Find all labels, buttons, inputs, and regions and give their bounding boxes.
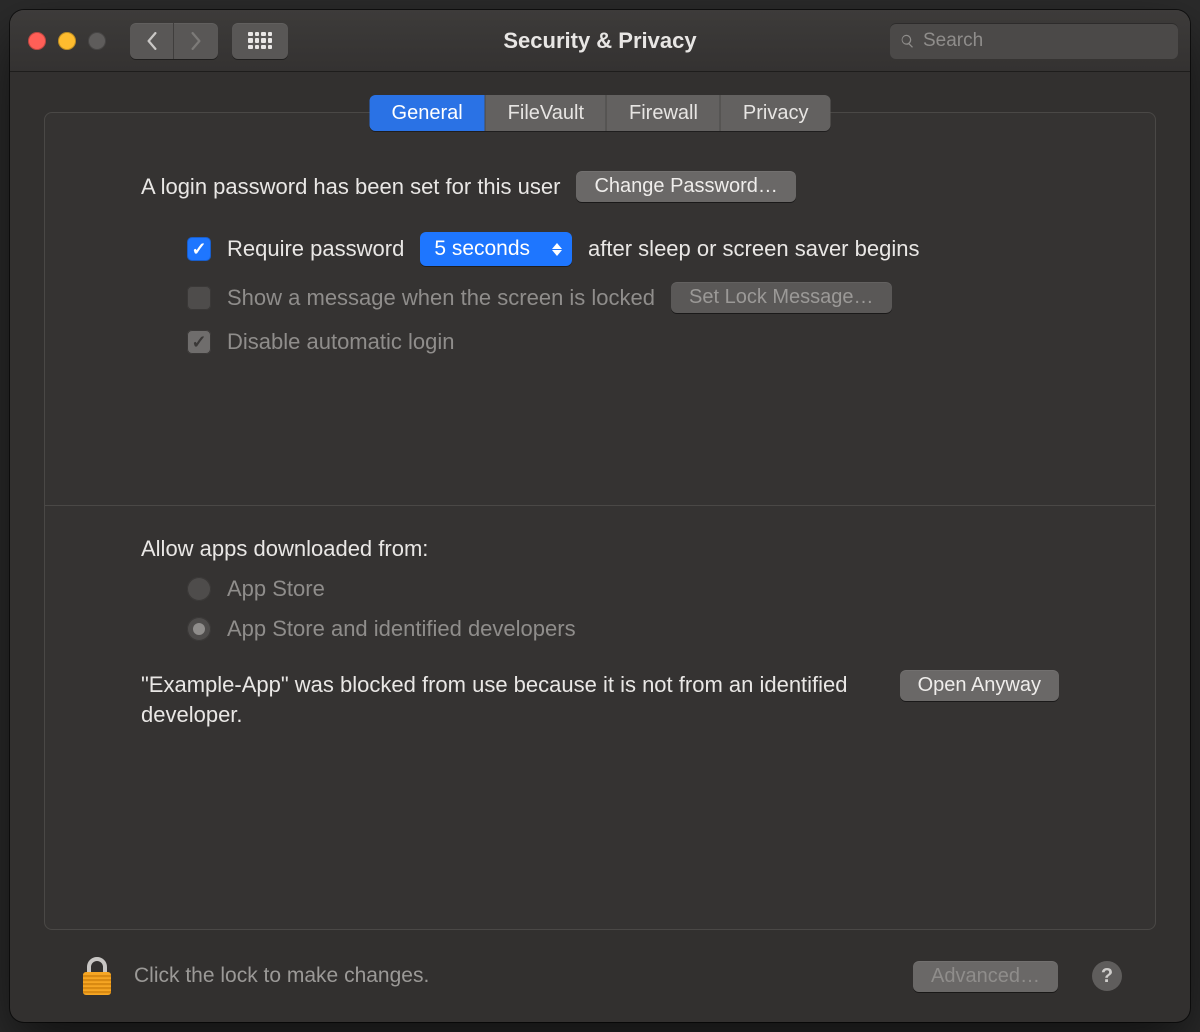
allow-apps-heading: Allow apps downloaded from: <box>141 536 1059 562</box>
tab-bar: General FileVault Firewall Privacy <box>370 95 831 131</box>
maximize-button[interactable] <box>88 32 106 50</box>
tab-firewall[interactable]: Firewall <box>607 95 721 131</box>
require-password-delay-select[interactable]: 5 seconds <box>420 232 572 266</box>
lock-icon[interactable] <box>78 954 116 998</box>
require-password-checkbox[interactable] <box>187 237 211 261</box>
minimize-button[interactable] <box>58 32 76 50</box>
main-panel: General FileVault Firewall Privacy A log… <box>44 112 1156 930</box>
tab-privacy[interactable]: Privacy <box>721 95 831 131</box>
forward-button[interactable] <box>174 23 218 59</box>
set-lock-message-button: Set Lock Message… <box>671 282 892 313</box>
change-password-button[interactable]: Change Password… <box>576 171 795 202</box>
show-lock-message-label: Show a message when the screen is locked <box>227 285 655 311</box>
radio-app-store-label: App Store <box>227 576 325 602</box>
body: General FileVault Firewall Privacy A log… <box>10 72 1190 1022</box>
lock-hint-text: Click the lock to make changes. <box>134 964 429 988</box>
chevron-left-icon <box>145 32 159 50</box>
radio-app-store[interactable] <box>187 577 211 601</box>
general-pane: A login password has been set for this u… <box>45 113 1155 929</box>
back-button[interactable] <box>130 23 174 59</box>
advanced-button[interactable]: Advanced… <box>913 961 1058 992</box>
grid-icon <box>248 32 272 50</box>
tab-filevault[interactable]: FileVault <box>486 95 607 131</box>
login-password-set-label: A login password has been set for this u… <box>141 174 560 200</box>
window-controls <box>28 32 106 50</box>
require-password-delay-value: 5 seconds <box>434 237 530 261</box>
show-all-button[interactable] <box>232 23 288 59</box>
require-password-label-left: Require password <box>227 236 404 262</box>
disable-auto-login-label: Disable automatic login <box>227 329 454 355</box>
blocked-app-message: "Example-App" was blocked from use becau… <box>141 670 870 729</box>
radio-identified-developers[interactable] <box>187 617 211 641</box>
chevron-up-down-icon <box>552 243 562 256</box>
search-icon <box>900 32 915 50</box>
back-forward-group <box>130 23 218 59</box>
gatekeeper-section: Allow apps downloaded from: App Store Ap… <box>141 536 1059 729</box>
show-lock-message-checkbox[interactable] <box>187 286 211 310</box>
preferences-window: Security & Privacy General FileVault Fir… <box>10 10 1190 1022</box>
search-input[interactable] <box>923 30 1168 52</box>
titlebar: Security & Privacy <box>10 10 1190 72</box>
footer: Click the lock to make changes. Advanced… <box>44 930 1156 1022</box>
close-button[interactable] <box>28 32 46 50</box>
radio-identified-developers-label: App Store and identified developers <box>227 616 576 642</box>
section-divider <box>45 505 1155 506</box>
require-password-label-right: after sleep or screen saver begins <box>588 236 919 262</box>
search-field[interactable] <box>890 23 1178 59</box>
chevron-right-icon <box>189 32 203 50</box>
tab-general[interactable]: General <box>370 95 486 131</box>
disable-auto-login-checkbox[interactable] <box>187 330 211 354</box>
help-button[interactable]: ? <box>1092 961 1122 991</box>
open-anyway-button[interactable]: Open Anyway <box>900 670 1059 701</box>
